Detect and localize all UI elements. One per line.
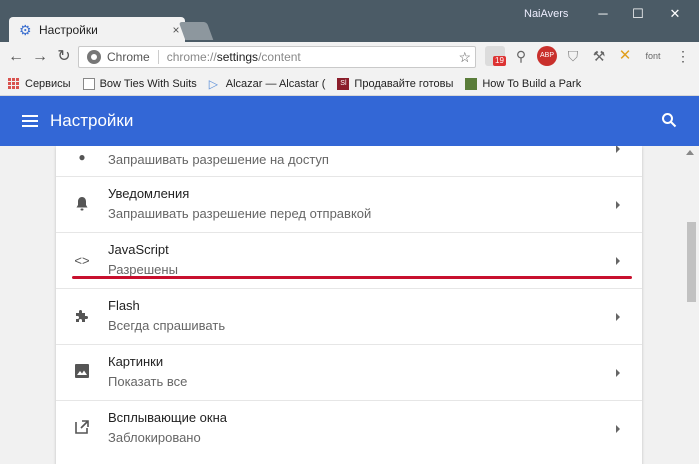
chevron-right-icon (616, 369, 620, 377)
code-icon: <> (74, 253, 90, 268)
bookmark-alcazar[interactable]: ▷ Alcazar — Alcastar ( (209, 78, 326, 90)
reload-button[interactable]: ↻ (52, 45, 76, 69)
bookmark-apps[interactable]: Сервисы (8, 77, 71, 90)
highlight-underline (72, 276, 632, 279)
bell-icon (73, 196, 91, 214)
row-title: Уведомления (108, 186, 190, 201)
settings-row-notifications[interactable]: Уведомления Запрашивать разрешение перед… (56, 176, 642, 232)
pin-extension-icon[interactable]: ⚲ (511, 46, 531, 66)
mic-icon: ● (78, 150, 86, 164)
mail-extension-icon[interactable]: 19 (485, 46, 506, 66)
settings-header: Настройки (0, 96, 699, 146)
tab-title: Настройки (39, 23, 98, 37)
settings-row-flash[interactable]: Flash Всегда спрашивать (56, 288, 642, 344)
image-icon (73, 364, 91, 382)
tab-settings[interactable]: ⚙ Настройки × (9, 17, 185, 43)
row-title: Картинки (108, 354, 164, 369)
chevron-right-icon (616, 146, 620, 153)
bookmark-bow-ties[interactable]: Bow Ties With Suits (82, 77, 197, 90)
settings-row-javascript[interactable]: <> JavaScript Разрешены (56, 232, 642, 288)
puzzle-icon (73, 308, 91, 326)
row-subtitle: Заблокировано (108, 430, 201, 445)
back-button[interactable]: ← (4, 45, 28, 69)
minimize-button[interactable]: ─ (588, 4, 618, 24)
mail-badge: 19 (493, 56, 506, 66)
chevron-right-icon (616, 257, 620, 265)
hamburger-menu-icon[interactable] (22, 112, 38, 130)
chevron-right-icon (616, 313, 620, 321)
row-subtitle: Запрашивать разрешение на доступ (108, 152, 329, 167)
maximize-button[interactable]: ☐ (623, 4, 653, 24)
play-icon: ▷ (208, 76, 219, 91)
bookmark-build-park[interactable]: How To Build a Park (465, 77, 582, 90)
sl-icon: Sl (337, 77, 350, 90)
page-scrollbar[interactable] (682, 146, 699, 464)
bookmarks-bar: Сервисы Bow Ties With Suits ▷ Alcazar — … (0, 72, 699, 96)
profile-name[interactable]: NaiAvers (524, 8, 568, 20)
forward-button[interactable]: → (28, 45, 52, 69)
row-subtitle: Запрашивать разрешение перед отправкой (108, 206, 372, 221)
url-path: /content (258, 50, 301, 64)
tools-extension-icon[interactable]: ⚒ (589, 46, 609, 66)
page-title: Настройки (50, 111, 134, 130)
page-icon (82, 77, 95, 90)
settings-content: ● Запрашивать разрешение на доступ Уведо… (0, 146, 699, 464)
row-subtitle: Всегда спрашивать (108, 318, 226, 333)
row-title: Flash (108, 298, 140, 313)
scroll-up-arrow-icon[interactable] (686, 150, 694, 155)
bookmark-label: Bow Ties With Suits (99, 77, 197, 90)
bookmark-label: Сервисы (25, 77, 71, 90)
bookmark-star-icon[interactable]: ☆ (458, 49, 471, 66)
gear-icon: ⚙ (19, 22, 32, 38)
row-subtitle: Показать все (108, 374, 188, 389)
scroll-thumb[interactable] (687, 222, 696, 302)
cross-extension-icon[interactable]: ✕ (615, 46, 635, 66)
new-tab-button[interactable] (178, 22, 214, 40)
search-icon[interactable] (661, 112, 677, 128)
title-bar: ⚙ Настройки × NaiAvers ─ ☐ ✕ (0, 0, 699, 43)
block-icon (465, 77, 478, 90)
address-bar[interactable]: Chrome chrome:// settings /content ☆ (78, 46, 476, 68)
menu-kebab-icon[interactable]: ⋮ (673, 46, 693, 66)
security-chip[interactable]: Chrome (107, 50, 159, 64)
row-title: JavaScript (108, 242, 169, 257)
apps-icon (8, 77, 20, 90)
settings-row-popups[interactable]: Всплывающие окна Заблокировано (56, 400, 642, 456)
url-scheme: chrome:// (166, 50, 217, 64)
bookmark-label: Продавайте готовы (354, 77, 454, 90)
adblock-icon[interactable]: ABP (537, 46, 557, 66)
bookmark-prodavaite[interactable]: Sl Продавайте готовы (337, 77, 454, 90)
close-window-button[interactable]: ✕ (660, 4, 690, 24)
chrome-page-icon (87, 50, 101, 64)
settings-row-microphone[interactable]: ● Запрашивать разрешение на доступ (56, 146, 642, 177)
url-host: settings (216, 50, 259, 64)
font-extension-icon[interactable]: font (643, 46, 663, 66)
bookmark-label: Alcazar — Alcastar ( (225, 77, 326, 90)
chevron-right-icon (616, 425, 620, 433)
settings-row-images[interactable]: Картинки Показать все (56, 344, 642, 400)
row-title: Всплывающие окна (108, 410, 228, 425)
shield-extension-icon[interactable]: ⛉ (563, 46, 583, 66)
bookmark-label: How To Build a Park (482, 77, 582, 90)
chevron-right-icon (616, 201, 620, 209)
content-settings-card: ● Запрашивать разрешение на доступ Уведо… (56, 146, 642, 464)
popup-icon (73, 420, 91, 438)
